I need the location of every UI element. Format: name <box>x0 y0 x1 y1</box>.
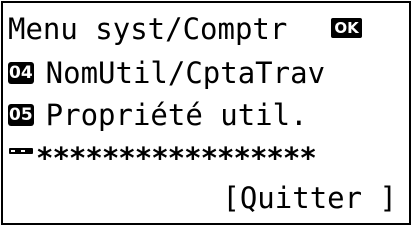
menu-item-user-name-job-account[interactable]: 04 NomUtil/CptaTrav <box>8 54 405 92</box>
menu-item-number: 04 <box>8 62 34 84</box>
menu-item-label: Propriété util. <box>45 98 308 132</box>
softkey-row: [Quitter ] <box>8 179 405 217</box>
menu-item-number: 05 <box>8 104 34 126</box>
menu-title: Menu syst/Comptr <box>8 12 288 46</box>
four-way-arrow-icon <box>297 15 323 41</box>
operation-panel-screen: Menu syst/Comptr OK 04 NomUtil/CptaTrav … <box>1 1 411 225</box>
menu-title-row: Menu syst/Comptr OK <box>8 10 405 48</box>
menu-item-user-property[interactable]: 05 Propriété util. <box>8 96 405 134</box>
ok-icon: OK <box>331 18 362 38</box>
quit-softkey-button[interactable]: [Quitter ] <box>222 179 397 217</box>
password-mask: ***************** <box>36 141 317 175</box>
partial-next-item-icon <box>8 146 34 170</box>
menu-item-label: NomUtil/CptaTrav <box>45 56 326 90</box>
password-entry-row[interactable]: ***************** <box>8 139 405 177</box>
